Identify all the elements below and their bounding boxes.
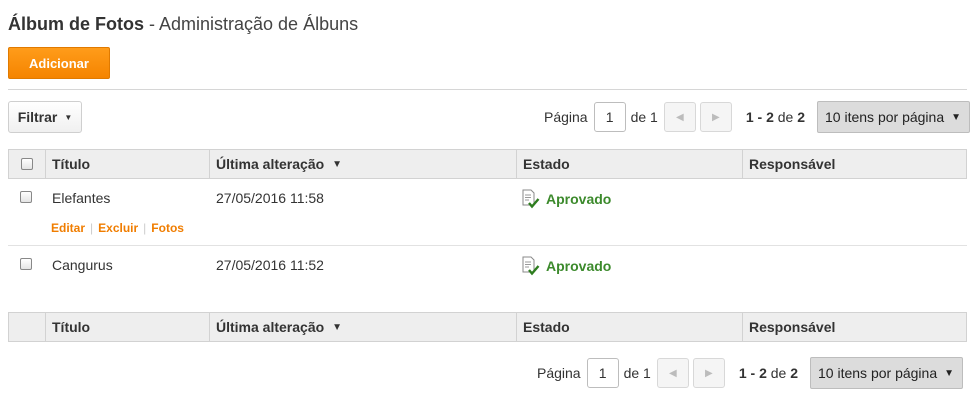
sort-desc-icon: ▼ xyxy=(332,158,343,170)
delete-link[interactable]: Excluir xyxy=(98,221,138,235)
column-header-title[interactable]: Título xyxy=(46,313,210,341)
caret-down-icon: ▼ xyxy=(64,112,73,122)
column-header-state[interactable]: Estado xyxy=(517,150,743,178)
prev-page-button[interactable]: ◀ xyxy=(663,102,696,132)
column-header-owner[interactable]: Responsável xyxy=(743,150,966,178)
next-page-button[interactable]: ▶ xyxy=(699,102,732,132)
table-row: Cangurus 27/05/2016 11:52 Aprovado xyxy=(8,246,967,296)
item-range: 1 - 2 de 2 xyxy=(738,365,799,381)
chevron-left-icon: ◀ xyxy=(668,367,677,379)
chevron-right-icon: ▶ xyxy=(711,111,720,123)
table-footer-header: Título Última alteração ▼ Estado Responsá… xyxy=(8,312,967,342)
item-range: 1 - 2 de 2 xyxy=(745,109,806,125)
items-per-page-select[interactable]: 10 itens por página ▼ xyxy=(817,101,971,133)
album-title[interactable]: Elefantes xyxy=(52,190,110,206)
page-number-input[interactable] xyxy=(593,102,626,132)
page-count: de 1 xyxy=(623,365,651,381)
select-all-cell xyxy=(9,150,46,178)
column-header-modified[interactable]: Última alteração ▼ xyxy=(210,150,517,178)
divider xyxy=(8,89,967,90)
items-per-page-value: 10 itens por página xyxy=(825,109,945,125)
column-header-owner[interactable]: Responsável xyxy=(743,313,966,341)
items-per-page-select[interactable]: 10 itens por página ▼ xyxy=(810,357,964,389)
column-header-modified[interactable]: Última alteração ▼ xyxy=(210,313,517,341)
page-label: Página xyxy=(537,365,581,381)
chevron-right-icon: ▶ xyxy=(704,367,713,379)
filter-button-label: Filtrar xyxy=(17,109,58,125)
filter-button[interactable]: Filtrar ▼ xyxy=(8,101,82,133)
album-title[interactable]: Cangurus xyxy=(52,257,113,273)
select-all-cell xyxy=(9,313,46,341)
column-header-state[interactable]: Estado xyxy=(517,313,743,341)
prev-page-button[interactable]: ◀ xyxy=(656,358,689,388)
album-status: Aprovado xyxy=(520,189,611,209)
pager-bottom: Página de 1 ◀ ▶ 1 - 2 de 2 10 itens por … xyxy=(537,357,964,389)
row-checkbox[interactable] xyxy=(20,191,32,203)
approved-document-icon xyxy=(522,189,540,209)
column-header-title[interactable]: Título xyxy=(46,150,210,178)
items-per-page-value: 10 itens por página xyxy=(818,365,938,381)
page-number-input[interactable] xyxy=(586,358,619,388)
chevron-left-icon: ◀ xyxy=(675,111,684,123)
page-title-main: Álbum de Fotos xyxy=(8,14,144,34)
sort-desc-icon: ▼ xyxy=(332,321,343,333)
page-title-sub: - Administração de Álbuns xyxy=(144,14,359,34)
caret-down-icon: ▼ xyxy=(951,111,962,123)
table-header: Título Última alteração ▼ Estado Responsá… xyxy=(8,149,967,179)
pager-top: Página de 1 ◀ ▶ 1 - 2 de 2 10 itens por … xyxy=(544,101,971,133)
next-page-button[interactable]: ▶ xyxy=(692,358,725,388)
page-count: de 1 xyxy=(630,109,658,125)
album-modified: 27/05/2016 11:58 xyxy=(216,190,324,206)
add-button[interactable]: Adicionar xyxy=(8,47,110,79)
page-label: Página xyxy=(544,109,588,125)
caret-down-icon: ▼ xyxy=(944,367,955,379)
row-actions: Editar | Excluir | Fotos xyxy=(51,221,184,235)
album-status: Aprovado xyxy=(520,256,611,276)
approved-document-icon xyxy=(522,256,540,276)
table-row: Elefantes 27/05/2016 11:58 Aprovado Edit… xyxy=(8,179,967,245)
page-title: Álbum de Fotos - Administração de Álbuns xyxy=(8,14,358,35)
photos-link[interactable]: Fotos xyxy=(151,221,184,235)
select-all-checkbox[interactable] xyxy=(21,158,33,170)
edit-link[interactable]: Editar xyxy=(51,221,85,235)
album-modified: 27/05/2016 11:52 xyxy=(216,257,324,273)
row-checkbox[interactable] xyxy=(20,258,32,270)
